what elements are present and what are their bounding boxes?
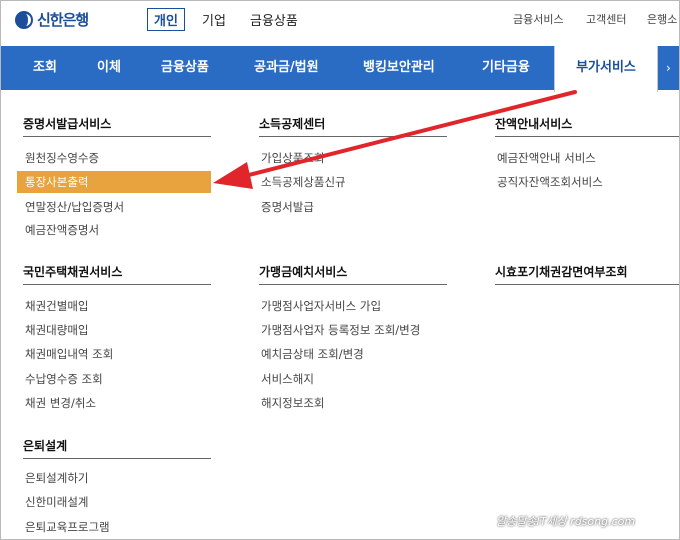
watermark: 알송달송IT세상 rdsong.com [496, 515, 636, 528]
browser-frame: 신한은행 개인 기업 금융상품 금융서비스 고객센터 은행소 조회 이체 금융상… [0, 0, 680, 540]
annotation-arrow [213, 90, 577, 189]
